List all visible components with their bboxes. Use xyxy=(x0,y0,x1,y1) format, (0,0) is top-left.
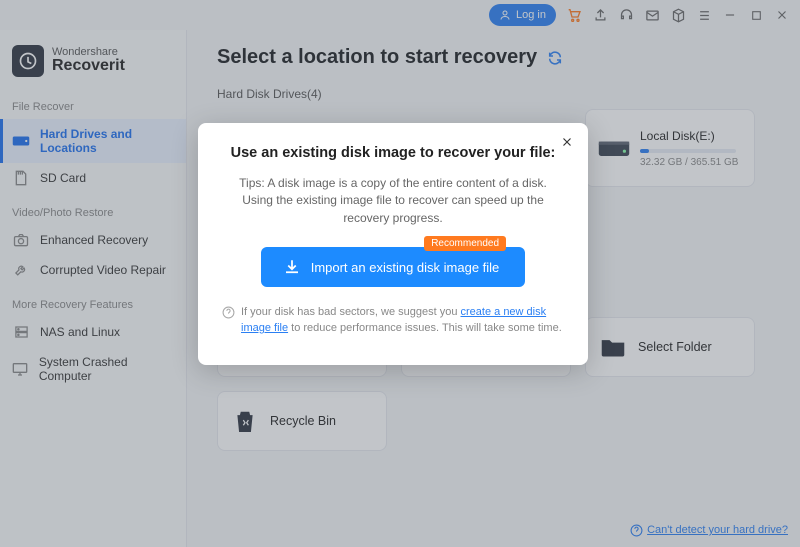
disk-image-modal: Use an existing disk image to recover yo… xyxy=(198,123,588,365)
help-icon xyxy=(222,306,235,319)
download-icon xyxy=(283,258,301,276)
modal-close-button[interactable] xyxy=(560,135,574,149)
import-button-label: Import an existing disk image file xyxy=(311,260,500,275)
import-disk-image-button[interactable]: Import an existing disk image file xyxy=(261,247,526,287)
recommended-badge: Recommended xyxy=(424,236,506,251)
modal-title: Use an existing disk image to recover yo… xyxy=(222,145,564,161)
modal-note: If your disk has bad sectors, we suggest… xyxy=(222,305,564,337)
modal-tips: Tips: A disk image is a copy of the enti… xyxy=(222,175,564,227)
close-icon xyxy=(560,135,574,149)
